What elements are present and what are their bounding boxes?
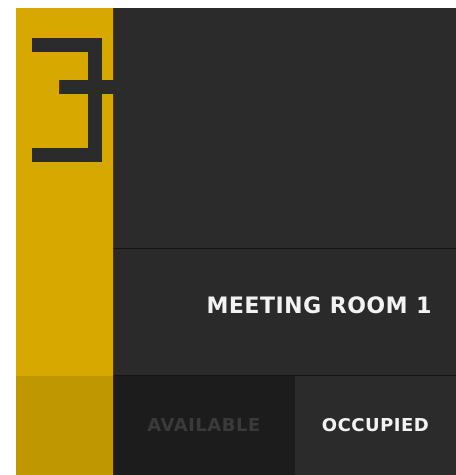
status-toggle: AVAILABLE OCCUPIED xyxy=(113,376,456,475)
occupied-button[interactable]: OCCUPIED xyxy=(295,376,456,475)
header-area xyxy=(113,8,456,248)
bracket-logo-icon xyxy=(32,38,113,162)
room-display-panel: MEETING ROOM 1 AVAILABLE OCCUPIED xyxy=(16,8,456,475)
accent-sidebar-footer xyxy=(16,376,113,475)
available-button[interactable]: AVAILABLE xyxy=(113,376,295,475)
room-name: MEETING ROOM 1 xyxy=(206,294,432,319)
